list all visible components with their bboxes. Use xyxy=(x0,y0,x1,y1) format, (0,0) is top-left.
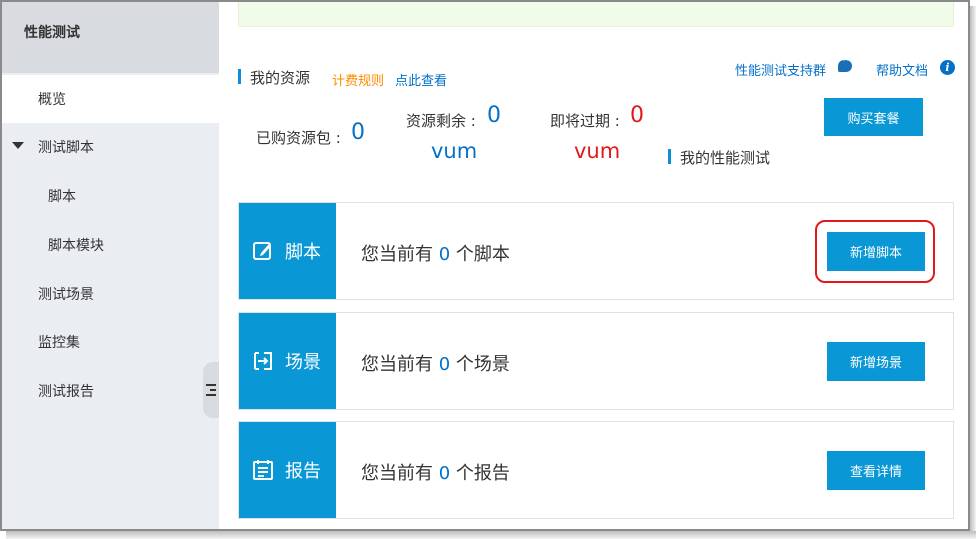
support-group-link[interactable]: 性能测试支持群 xyxy=(735,60,826,79)
remaining-unit: vum xyxy=(431,139,478,163)
count-prefix: 您当前有 xyxy=(361,463,433,484)
reports-card-header: 报告 xyxy=(239,422,336,518)
scenarios-card-header: 场景 xyxy=(239,313,336,409)
purchased-label: 已购资源包 : xyxy=(256,129,341,147)
info-icon[interactable]: i xyxy=(940,60,955,75)
sidebar-item-label: 脚本模块 xyxy=(48,238,104,254)
reports-card-title: 报告 xyxy=(285,461,321,482)
sidebar-item-test-reports[interactable]: 测试报告 xyxy=(2,367,219,415)
expiring-unit: vum xyxy=(574,139,621,163)
window-shadow xyxy=(6,531,976,539)
buy-package-button[interactable]: 购买套餐 xyxy=(824,98,923,136)
sidebar-item-test-scripts[interactable]: 测试脚本 xyxy=(2,123,219,171)
add-scenario-button[interactable]: 新增场景 xyxy=(827,342,925,381)
remaining-label: 资源剩余 : xyxy=(406,112,476,130)
sidebar-item-label: 监控集 xyxy=(38,335,80,351)
scenarios-count-text: 您当前有 0 个场景 xyxy=(361,350,510,376)
section-marker xyxy=(668,149,671,164)
sidebar-item-label: 概览 xyxy=(38,92,66,108)
reports-count-text: 您当前有 0 个报告 xyxy=(361,459,510,485)
sidebar-item-label: 测试场景 xyxy=(38,287,94,303)
sidebar-collapse-button[interactable] xyxy=(203,362,219,418)
count-prefix: 您当前有 xyxy=(361,354,433,375)
chat-icon[interactable] xyxy=(838,56,852,72)
highlight-annotation xyxy=(815,220,935,283)
scenarios-count: 0 xyxy=(438,354,451,375)
reports-count: 0 xyxy=(438,463,451,484)
sidebar-item-label: 测试脚本 xyxy=(38,140,94,156)
count-suffix: 个报告 xyxy=(455,463,510,484)
view-billing-link[interactable]: 点此查看 xyxy=(395,70,447,89)
expiring-label: 即将过期 : xyxy=(550,112,620,130)
collapse-icon xyxy=(206,384,216,386)
scripts-count-text: 您当前有 0 个脚本 xyxy=(361,240,510,266)
sidebar: 性能测试 概览 测试脚本 脚本 脚本模块 测试场景 监控集 测试报告 xyxy=(2,2,219,529)
collapse-icon-line xyxy=(206,394,216,396)
sidebar-item-label: 脚本 xyxy=(48,189,76,205)
count-prefix: 您当前有 xyxy=(361,244,433,265)
enter-icon xyxy=(252,350,274,372)
sidebar-item-label: 测试报告 xyxy=(38,384,94,400)
sidebar-title: 性能测试 xyxy=(2,2,219,73)
scenarios-card-title: 场景 xyxy=(285,352,321,373)
section-marker xyxy=(238,69,241,84)
count-suffix: 个脚本 xyxy=(455,244,510,265)
notice-banner xyxy=(238,2,954,27)
report-icon xyxy=(252,459,274,481)
count-suffix: 个场景 xyxy=(455,354,510,375)
billing-rules-label: 计费规则 xyxy=(332,74,385,89)
sidebar-item-monitor-sets[interactable]: 监控集 xyxy=(2,318,219,366)
collapse-icon-line xyxy=(210,389,216,391)
purchased-value: 0 xyxy=(351,120,365,145)
resources-title: 我的资源 xyxy=(250,69,311,87)
my-tests-title: 我的性能测试 xyxy=(680,149,771,167)
scripts-card-header: 脚本 xyxy=(239,203,336,299)
sidebar-item-overview[interactable]: 概览 xyxy=(2,75,219,123)
expiring-value: 0 xyxy=(630,103,644,128)
caret-down-icon xyxy=(12,142,24,149)
edit-icon xyxy=(252,240,274,262)
scripts-count: 0 xyxy=(438,244,451,265)
view-details-button[interactable]: 查看详情 xyxy=(827,451,925,490)
scripts-card-title: 脚本 xyxy=(285,242,321,263)
app-window: 性能测试 概览 测试脚本 脚本 脚本模块 测试场景 监控集 测试报告 我的资源 … xyxy=(0,0,970,531)
window-shadow xyxy=(970,6,976,535)
remaining-value: 0 xyxy=(487,103,501,128)
help-doc-link[interactable]: 帮助文档 xyxy=(876,60,928,79)
sidebar-item-test-scenarios[interactable]: 测试场景 xyxy=(2,270,219,318)
sidebar-item-scripts[interactable]: 脚本 xyxy=(2,172,219,220)
sidebar-item-script-modules[interactable]: 脚本模块 xyxy=(2,221,219,269)
